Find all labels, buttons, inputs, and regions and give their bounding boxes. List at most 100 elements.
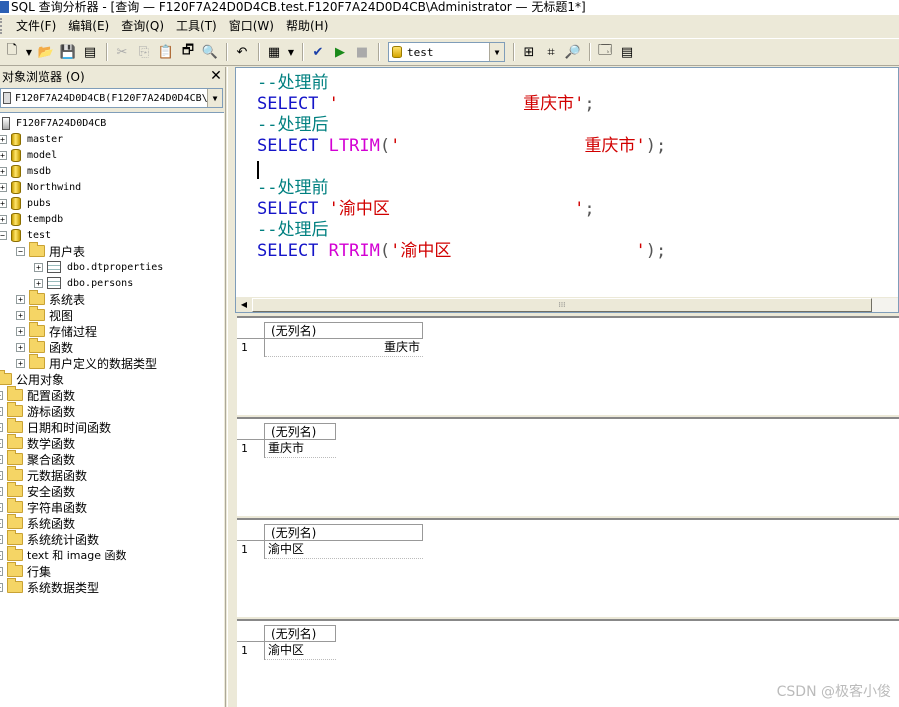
scrollbar-track[interactable]: ⁞⁞⁞	[252, 297, 898, 312]
expand-icon[interactable]: +	[0, 422, 3, 432]
expand-icon[interactable]: +	[16, 342, 25, 352]
copy-icon[interactable]: ⎘	[134, 42, 154, 62]
tree-node-db-tempdb[interactable]: + tempdb	[0, 211, 63, 227]
scroll-left-icon[interactable]: ◀	[236, 297, 252, 313]
tree-node-string-functions[interactable]: +字符串函数	[0, 498, 87, 515]
tree-node-db-pubs[interactable]: + pubs	[0, 195, 51, 211]
collapse-icon[interactable]: −	[0, 230, 7, 240]
tree-node-text-image-functions[interactable]: +text 和 image 函数	[0, 546, 126, 563]
expand-icon[interactable]: +	[0, 438, 3, 448]
result-grid-2[interactable]: (无列名) 1 重庆市	[237, 417, 899, 516]
column-header[interactable]: (无列名)	[265, 524, 423, 541]
expand-icon[interactable]: +	[0, 406, 3, 416]
expand-icon[interactable]: +	[0, 550, 3, 560]
expand-icon[interactable]: +	[16, 310, 25, 320]
tree-node-rowset[interactable]: +行集	[0, 562, 51, 579]
expand-icon[interactable]: +	[0, 214, 7, 224]
grid-cell[interactable]: 渝中区	[265, 541, 423, 559]
tree-node-security-functions[interactable]: +安全函数	[0, 482, 75, 499]
menu-window[interactable]: 窗口(W)	[223, 17, 280, 35]
result-grid-3[interactable]: (无列名) 1 渝中区	[237, 518, 899, 617]
paste-icon[interactable]: 📋	[156, 42, 176, 62]
expand-icon[interactable]: +	[0, 182, 7, 192]
tree-node-user-tables[interactable]: − 用户表	[16, 242, 85, 259]
menu-grip[interactable]	[0, 18, 10, 34]
object-browser-toggle-icon[interactable]: ⌗	[541, 42, 561, 62]
expand-icon[interactable]: +	[0, 150, 7, 160]
expand-icon[interactable]: +	[0, 166, 7, 176]
tree-node-math-functions[interactable]: +数学函数	[0, 434, 75, 451]
new-dropdown-icon[interactable]: ▼	[24, 42, 34, 62]
tree-node-db-msdb[interactable]: + msdb	[0, 163, 51, 179]
execute-icon[interactable]: ▶	[330, 42, 350, 62]
menu-help[interactable]: 帮助(H)	[280, 17, 334, 35]
expand-icon[interactable]: +	[0, 486, 3, 496]
expand-icon[interactable]: +	[0, 134, 7, 144]
column-header[interactable]: (无列名)	[265, 625, 336, 642]
expand-icon[interactable]: +	[0, 454, 3, 464]
database-select[interactable]: test ▼	[388, 42, 505, 62]
results-pane-icon[interactable]: ▤	[617, 42, 637, 62]
new-query-icon[interactable]: 🗋	[2, 42, 22, 62]
tree-node-system-stats-functions[interactable]: +系统统计函数	[0, 530, 99, 547]
column-header[interactable]: (无列名)	[265, 322, 423, 339]
tree-node-stored-procedures[interactable]: + 存储过程	[16, 322, 97, 339]
tree-node-db-model[interactable]: + model	[0, 147, 57, 163]
tree-node-metadata-functions[interactable]: +元数据函数	[0, 466, 87, 483]
close-icon[interactable]: ✕	[209, 68, 223, 84]
panel-splitter[interactable]	[227, 67, 235, 707]
connection-properties-icon[interactable]: 🗔	[595, 42, 615, 62]
results-mode-dropdown-icon[interactable]: ▼	[286, 42, 296, 62]
table-row[interactable]: 1 重庆市	[237, 440, 336, 458]
menu-tools[interactable]: 工具(T)	[170, 17, 223, 35]
menu-file[interactable]: 文件(F)	[10, 17, 62, 35]
menu-query[interactable]: 查询(Q)	[115, 17, 170, 35]
tree-node-system-functions[interactable]: +系统函数	[0, 514, 75, 531]
expand-icon[interactable]: +	[0, 518, 3, 528]
grid-cell[interactable]: 重庆市	[265, 339, 423, 357]
expand-icon[interactable]: +	[0, 502, 3, 512]
expand-icon[interactable]: +	[34, 262, 43, 272]
tree-node-system-datatypes[interactable]: +系统数据类型	[0, 578, 99, 595]
tree-node-table-dtproperties[interactable]: + dbo.dtproperties	[34, 259, 163, 275]
parse-query-icon[interactable]: ✔	[308, 42, 328, 62]
tree-node-aggregate-functions[interactable]: +聚合函数	[0, 450, 75, 467]
tree-node-db-northwind[interactable]: + Northwind	[0, 179, 81, 195]
table-row[interactable]: 1 渝中区	[237, 541, 423, 559]
save-icon[interactable]: 💾	[58, 42, 78, 62]
cut-icon[interactable]: ✂	[112, 42, 132, 62]
table-row[interactable]: 1 重庆市	[237, 339, 423, 357]
scrollbar-thumb[interactable]: ⁞⁞⁞	[252, 297, 872, 312]
editor-horizontal-scrollbar[interactable]: ◀ ⁞⁞⁞	[236, 296, 898, 312]
expand-icon[interactable]: +	[34, 278, 43, 288]
query-text[interactable]: --处理前 SELECT ' 重庆市'; --处理后 SELECT LTRIM(…	[257, 73, 666, 262]
tree-node-common-objects[interactable]: 公用对象	[0, 370, 64, 387]
tree-node-datetime-functions[interactable]: +日期和时间函数	[0, 418, 111, 435]
result-grid-1[interactable]: (无列名) 1 重庆市	[237, 316, 899, 415]
find-icon[interactable]: 🔍	[200, 42, 220, 62]
column-header[interactable]: (无列名)	[265, 423, 336, 440]
server-select[interactable]: F120F7A24D0D4CB(F120F7A24D0D4CB\ ▼	[0, 88, 223, 108]
grid-cell[interactable]: 渝中区	[265, 642, 336, 660]
expand-icon[interactable]: +	[16, 294, 25, 304]
tree-node-user-defined-types[interactable]: + 用户定义的数据类型	[16, 354, 157, 371]
collapse-icon[interactable]: −	[16, 246, 25, 256]
query-editor[interactable]: --处理前 SELECT ' 重庆市'; --处理后 SELECT LTRIM(…	[235, 67, 899, 313]
open-icon[interactable]: 📂	[36, 42, 56, 62]
chevron-down-icon[interactable]: ▼	[207, 89, 222, 107]
tree-node-functions[interactable]: + 函数	[16, 338, 73, 355]
tree-node-db-master[interactable]: + master	[0, 131, 63, 147]
tree-node-table-persons[interactable]: + dbo.persons	[34, 275, 133, 291]
table-row[interactable]: 1 渝中区	[237, 642, 336, 660]
expand-icon[interactable]: +	[16, 326, 25, 336]
expand-icon[interactable]: +	[16, 358, 25, 368]
chevron-down-icon[interactable]: ▼	[489, 43, 504, 61]
cancel-query-icon[interactable]: ■	[352, 42, 372, 62]
expand-icon[interactable]: +	[0, 198, 7, 208]
object-search-icon[interactable]: 🔎	[563, 42, 583, 62]
tree-node-views[interactable]: + 视图	[16, 306, 73, 323]
insert-template-icon[interactable]: ▤	[80, 42, 100, 62]
expand-icon[interactable]: +	[0, 566, 3, 576]
execution-plan-icon[interactable]: ⊞	[519, 42, 539, 62]
expand-icon[interactable]: +	[0, 470, 3, 480]
